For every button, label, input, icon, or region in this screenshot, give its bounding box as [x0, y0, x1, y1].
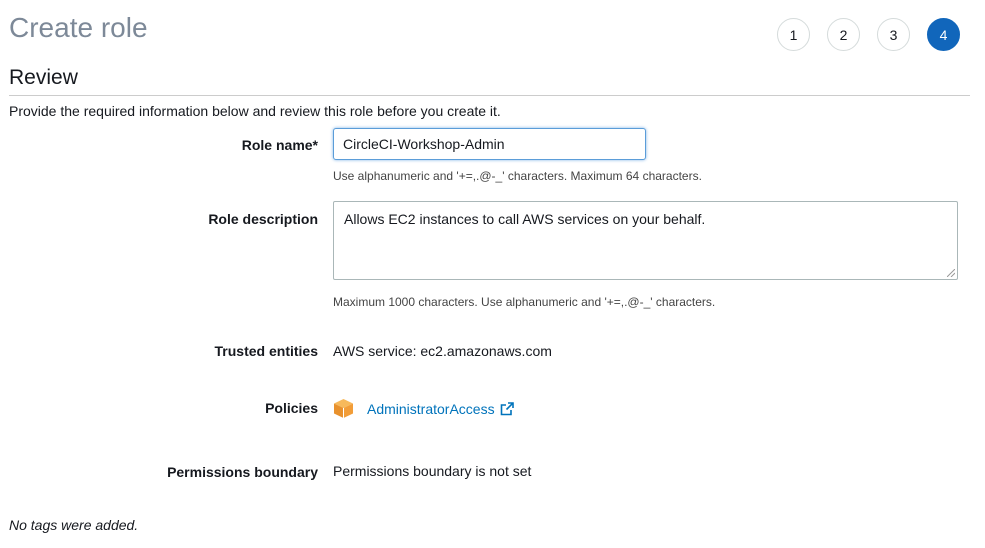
page-title: Create role [9, 12, 148, 43]
policy-link-administrator-access[interactable]: AdministratorAccess [367, 401, 514, 417]
permissions-boundary-label: Permissions boundary [167, 464, 318, 480]
permissions-boundary-value: Permissions boundary is not set [333, 463, 532, 479]
role-description-textarea[interactable]: Allows EC2 instances to call AWS service… [333, 201, 958, 280]
section-title-review: Review [9, 66, 78, 89]
role-name-label: Role name* [241, 137, 318, 153]
review-intro-text: Provide the required information below a… [9, 103, 501, 119]
role-description-hint: Maximum 1000 characters. Use alphanumeri… [333, 295, 716, 309]
policy-name: AdministratorAccess [367, 400, 495, 417]
tags-note: No tags were added. [9, 517, 139, 533]
step-3[interactable]: 3 [877, 18, 910, 51]
wizard-steps: 1 2 3 4 [777, 18, 960, 51]
role-name-value: CircleCI-Workshop-Admin [343, 136, 505, 152]
role-name-input[interactable]: CircleCI-Workshop-Admin [333, 128, 646, 160]
trusted-entities-label: Trusted entities [214, 343, 318, 359]
step-4-current[interactable]: 4 [927, 18, 960, 51]
step-2[interactable]: 2 [827, 18, 860, 51]
aws-policy-cube-icon [334, 399, 353, 418]
role-name-hint: Use alphanumeric and '+=,.@-_' character… [333, 169, 702, 183]
step-1[interactable]: 1 [777, 18, 810, 51]
section-divider [9, 95, 970, 96]
external-link-icon [500, 401, 514, 415]
role-description-value: Allows EC2 instances to call AWS service… [344, 211, 706, 227]
trusted-entities-value: AWS service: ec2.amazonaws.com [333, 343, 552, 359]
policies-label: Policies [265, 400, 318, 416]
policy-item: AdministratorAccess [333, 398, 514, 419]
resize-handle-icon[interactable] [947, 269, 955, 277]
role-description-label: Role description [208, 211, 318, 227]
